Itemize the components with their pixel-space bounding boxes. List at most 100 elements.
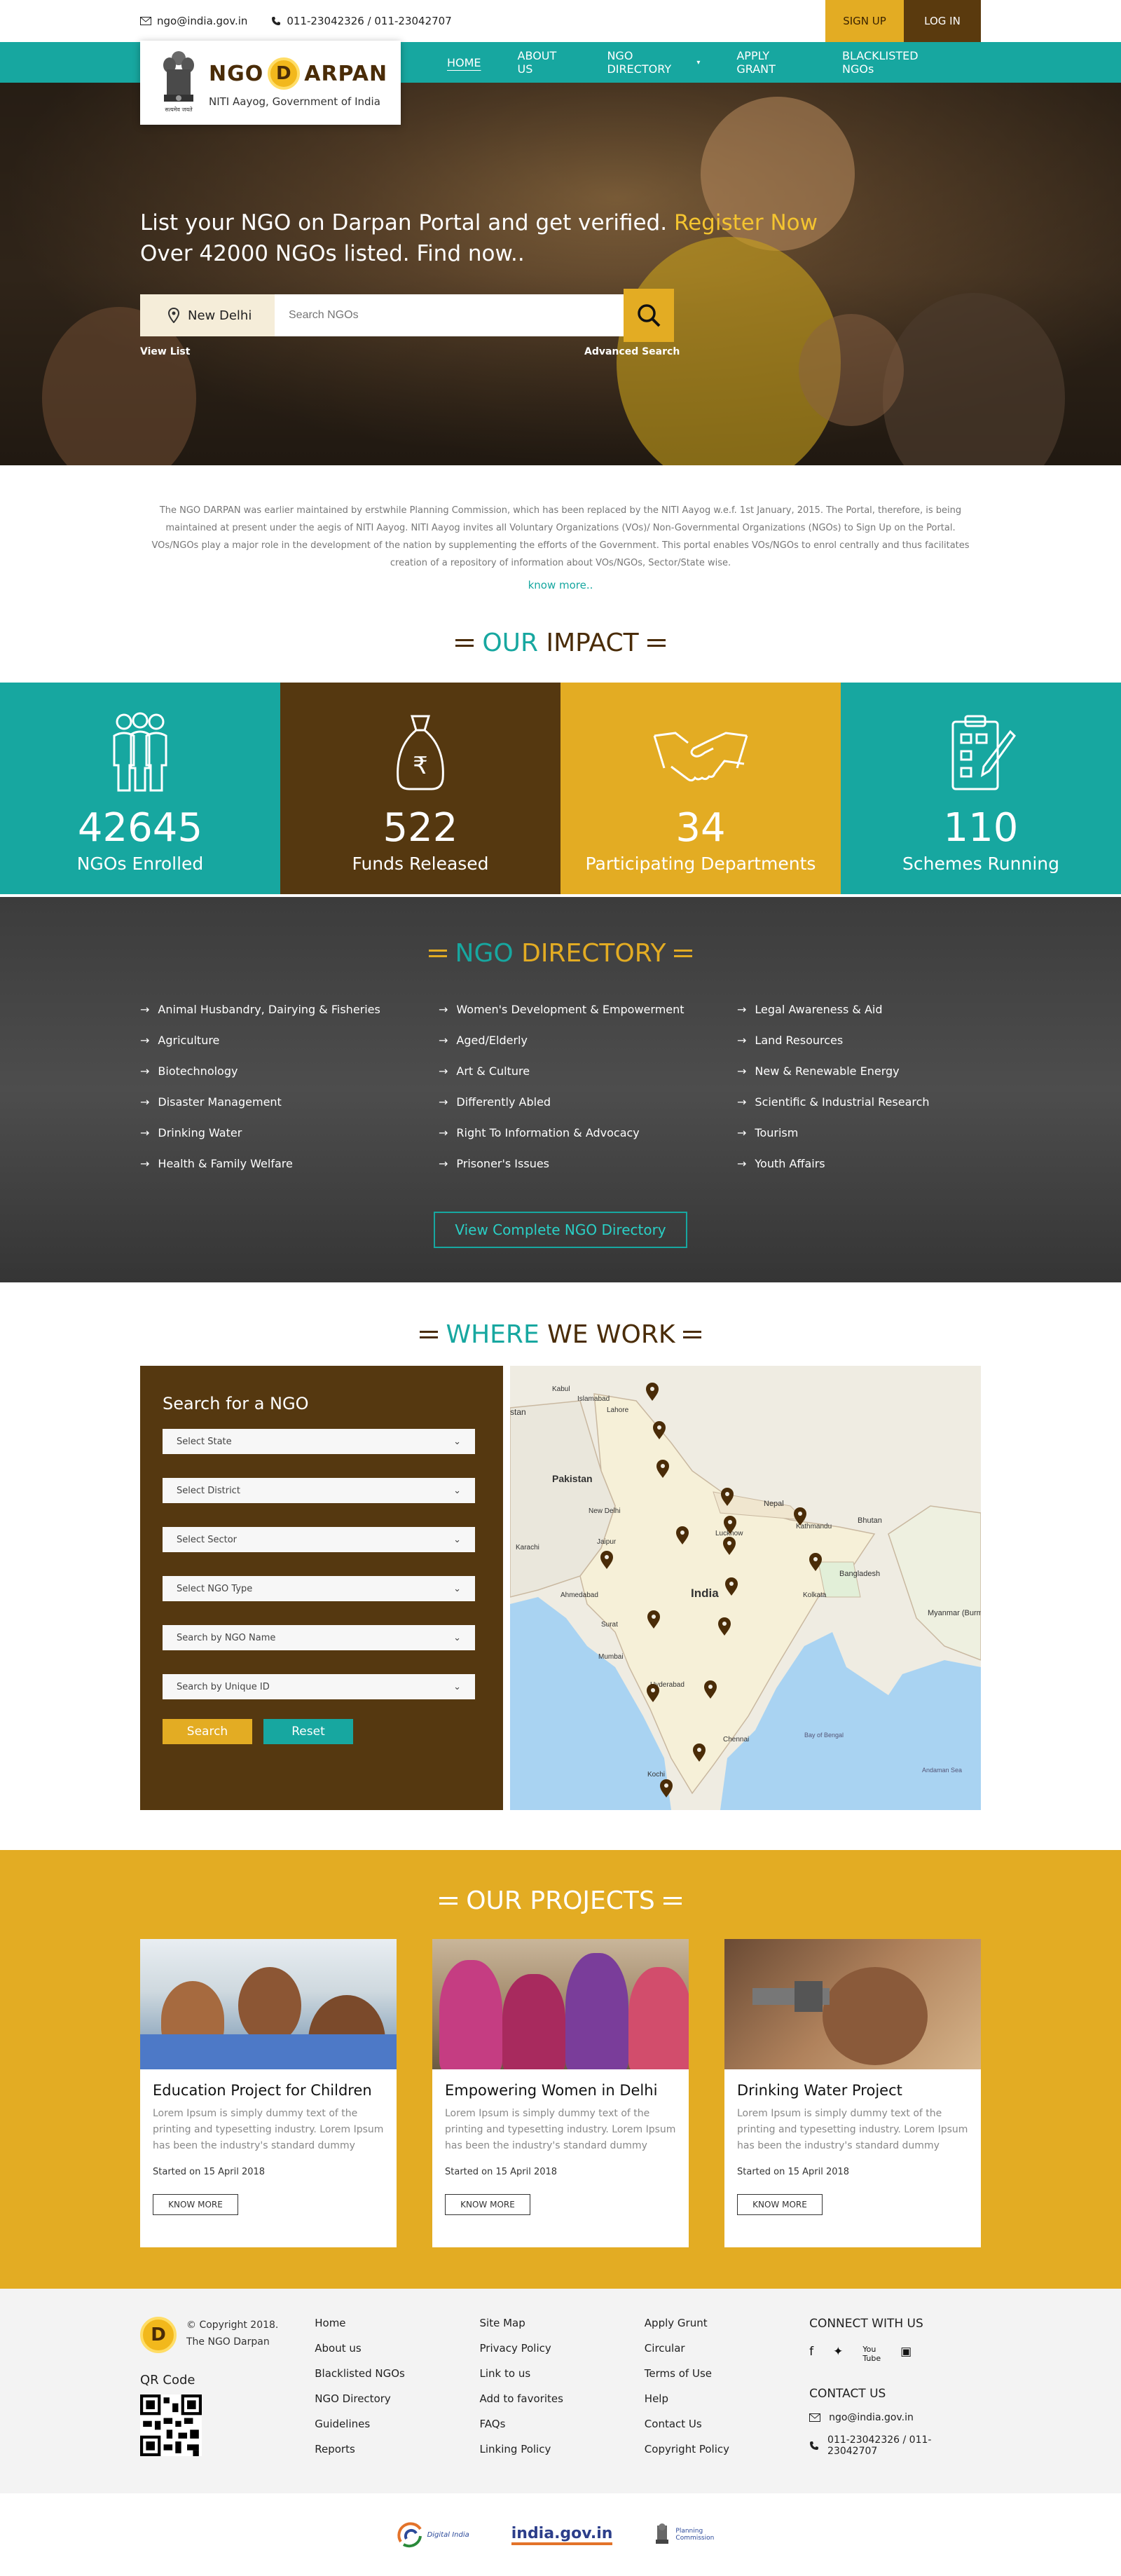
directory-item[interactable]: → Animal Husbandry, Dairying & Fisheries (140, 1001, 439, 1017)
directory-item[interactable]: → Tourism (737, 1125, 981, 1140)
directory-item[interactable]: → Youth Affairs (737, 1156, 981, 1171)
directory-item[interactable]: → Disaster Management (140, 1094, 439, 1109)
footer-link[interactable]: Blacklisted NGOs (315, 2367, 479, 2392)
nav-apply-grant[interactable]: APPLY GRANT (736, 49, 806, 76)
phone-icon (272, 17, 281, 25)
footer-link[interactable]: NGO Directory (315, 2392, 479, 2418)
footer-link[interactable]: Site Map (480, 2317, 645, 2342)
directory-item[interactable]: → Art & Culture (439, 1063, 737, 1078)
directory-item[interactable]: → Legal Awareness & Aid (737, 1001, 981, 1017)
directory-item-label: Legal Awareness & Aid (755, 1002, 883, 1016)
nav-ngo-directory[interactable]: NGO DIRECTORY ▾ (607, 49, 700, 76)
map-pin-dot (651, 1688, 655, 1692)
login-button[interactable]: LOG IN (904, 0, 981, 42)
planning-commission-logo[interactable]: Planning Commission (654, 2523, 724, 2547)
footer-link[interactable]: Help (645, 2392, 809, 2418)
hero-headline-text: List your NGO on Darpan Portal and get v… (140, 210, 668, 235)
directory-item[interactable]: → Prisoner's Issues (439, 1156, 737, 1171)
india-gov-in-text: india.gov.in (511, 2524, 613, 2542)
nav-home[interactable]: HOME (447, 56, 481, 69)
directory-item[interactable]: → Drinking Water (140, 1125, 439, 1140)
project-card[interactable]: Education Project for Children Lorem Ips… (140, 1939, 397, 2247)
select-field[interactable]: Select NGO Type ⌄ (163, 1576, 475, 1601)
footer-email[interactable]: ngo@india.gov.in (809, 2412, 981, 2423)
brand-title-right: ARPAN (304, 61, 388, 86)
footer-link[interactable]: Link to us (480, 2367, 645, 2392)
directory-item[interactable]: → Agriculture (140, 1032, 439, 1048)
search-button[interactable] (624, 289, 674, 342)
topbar-phone[interactable]: 011-23042326 / 011-23042707 (271, 15, 452, 27)
footer-link[interactable]: Contact Us (645, 2418, 809, 2443)
directory-item[interactable]: → Health & Family Welfare (140, 1156, 439, 1171)
footer-link[interactable]: Home (315, 2317, 479, 2342)
search-ngos-input[interactable] (275, 294, 624, 336)
impact-stats: 42645 NGOs Enrolled ₹ 522 Funds Released… (0, 683, 1121, 894)
directory-item-label: Right To Information & Advocacy (456, 1125, 640, 1139)
footer-link[interactable]: Linking Policy (480, 2443, 645, 2468)
footer-link[interactable]: Privacy Policy (480, 2342, 645, 2367)
instagram-icon[interactable]: ▣ (900, 2345, 912, 2363)
directory-item[interactable]: → Right To Information & Advocacy (439, 1125, 737, 1140)
footer-link[interactable]: Terms of Use (645, 2367, 809, 2392)
nav-about-us[interactable]: ABOUT US (518, 49, 571, 76)
select-field[interactable]: Search by NGO Name ⌄ (163, 1625, 475, 1650)
footer-link[interactable]: About us (315, 2342, 479, 2367)
facebook-icon[interactable]: f (809, 2345, 813, 2363)
directory-item[interactable]: → Biotechnology (140, 1063, 439, 1078)
digital-india-logo[interactable]: Digital India (397, 2521, 469, 2549)
footer-link[interactable]: Guidelines (315, 2418, 479, 2443)
footer-link[interactable]: Circular (645, 2342, 809, 2367)
select-field-value: Search by Unique ID (177, 1681, 270, 1692)
view-complete-directory-button[interactable]: View Complete NGO Directory (434, 1212, 687, 1248)
youtube-icon[interactable]: You Tube (862, 2345, 881, 2363)
heading-decor-right (683, 1331, 702, 1338)
know-more-button[interactable]: KNOW MORE (445, 2194, 530, 2215)
map-label-islamabad: Islamabad (577, 1395, 610, 1403)
know-more-button[interactable]: KNOW MORE (153, 2194, 238, 2215)
register-now-link[interactable]: Register Now (674, 210, 818, 235)
footer-logo[interactable]: D (140, 2317, 177, 2353)
directory-item[interactable]: → Land Resources (737, 1032, 981, 1048)
directory-item[interactable]: → Differently Abled (439, 1094, 737, 1109)
footer-link[interactable]: FAQs (480, 2418, 645, 2443)
india-map[interactable]: Pakistan India Nepal Bhutan Bangladesh M… (510, 1366, 981, 1810)
footer-email-text: ngo@india.gov.in (829, 2412, 914, 2423)
footer-link[interactable]: Reports (315, 2443, 479, 2468)
project-card[interactable]: Drinking Water Project Lorem Ipsum is si… (724, 1939, 981, 2247)
india-gov-in-logo[interactable]: india.gov.in (511, 2525, 613, 2545)
view-list-link[interactable]: View List (140, 346, 190, 357)
location-selector[interactable]: New Delhi (140, 294, 275, 336)
arrow-right-icon: → (140, 1033, 150, 1047)
site-logo[interactable]: सत्यमेव जयते NGO D ARPAN NITI Aayog, Gov… (140, 41, 401, 125)
twitter-icon[interactable]: ✦ (833, 2345, 843, 2363)
panel-reset-button[interactable]: Reset (263, 1719, 353, 1744)
footer-link[interactable]: Apply Grunt (645, 2317, 809, 2342)
signup-button[interactable]: SIGN UP (825, 0, 904, 42)
directory-item-label: New & Renewable Energy (755, 1064, 900, 1078)
select-field[interactable]: Search by Unique ID ⌄ (163, 1674, 475, 1699)
directory-item[interactable]: → Aged/Elderly (439, 1032, 737, 1048)
clipboard-icon (951, 715, 1016, 790)
intro-text: The NGO DARPAN was earlier maintained by… (151, 505, 970, 568)
select-field[interactable]: Select Sector ⌄ (163, 1527, 475, 1552)
panel-search-button[interactable]: Search (163, 1719, 252, 1744)
advanced-search-link[interactable]: Advanced Search (584, 346, 680, 357)
arrow-right-icon: → (140, 1002, 150, 1016)
stat-participating-departments: 34 Participating Departments (560, 683, 841, 894)
select-field[interactable]: Select State ⌄ (163, 1429, 475, 1454)
know-more-link[interactable]: know more.. (0, 579, 1121, 591)
nav-blacklisted-ngos[interactable]: BLACKLISTED NGOs (842, 49, 944, 76)
footer-link[interactable]: Add to favorites (480, 2392, 645, 2418)
select-field[interactable]: Select District ⌄ (163, 1478, 475, 1503)
impact-heading: OUR IMPACT (0, 603, 1121, 683)
footer-phone[interactable]: 011-23042326 / 011-23042707 (809, 2434, 981, 2457)
footer-link[interactable]: Copyright Policy (645, 2443, 809, 2468)
topbar-email[interactable]: ngo@india.gov.in (140, 15, 247, 27)
directory-item[interactable]: → New & Renewable Energy (737, 1063, 981, 1078)
directory-item[interactable]: → Women's Development & Empowerment (439, 1001, 737, 1017)
directory-item[interactable]: → Scientific & Industrial Research (737, 1094, 981, 1109)
heading-decor-right (674, 950, 693, 957)
project-card[interactable]: Empowering Women in Delhi Lorem Ipsum is… (432, 1939, 689, 2247)
hero-banner: List your NGO on Darpan Portal and get v… (0, 83, 1121, 465)
know-more-button[interactable]: KNOW MORE (737, 2194, 823, 2215)
